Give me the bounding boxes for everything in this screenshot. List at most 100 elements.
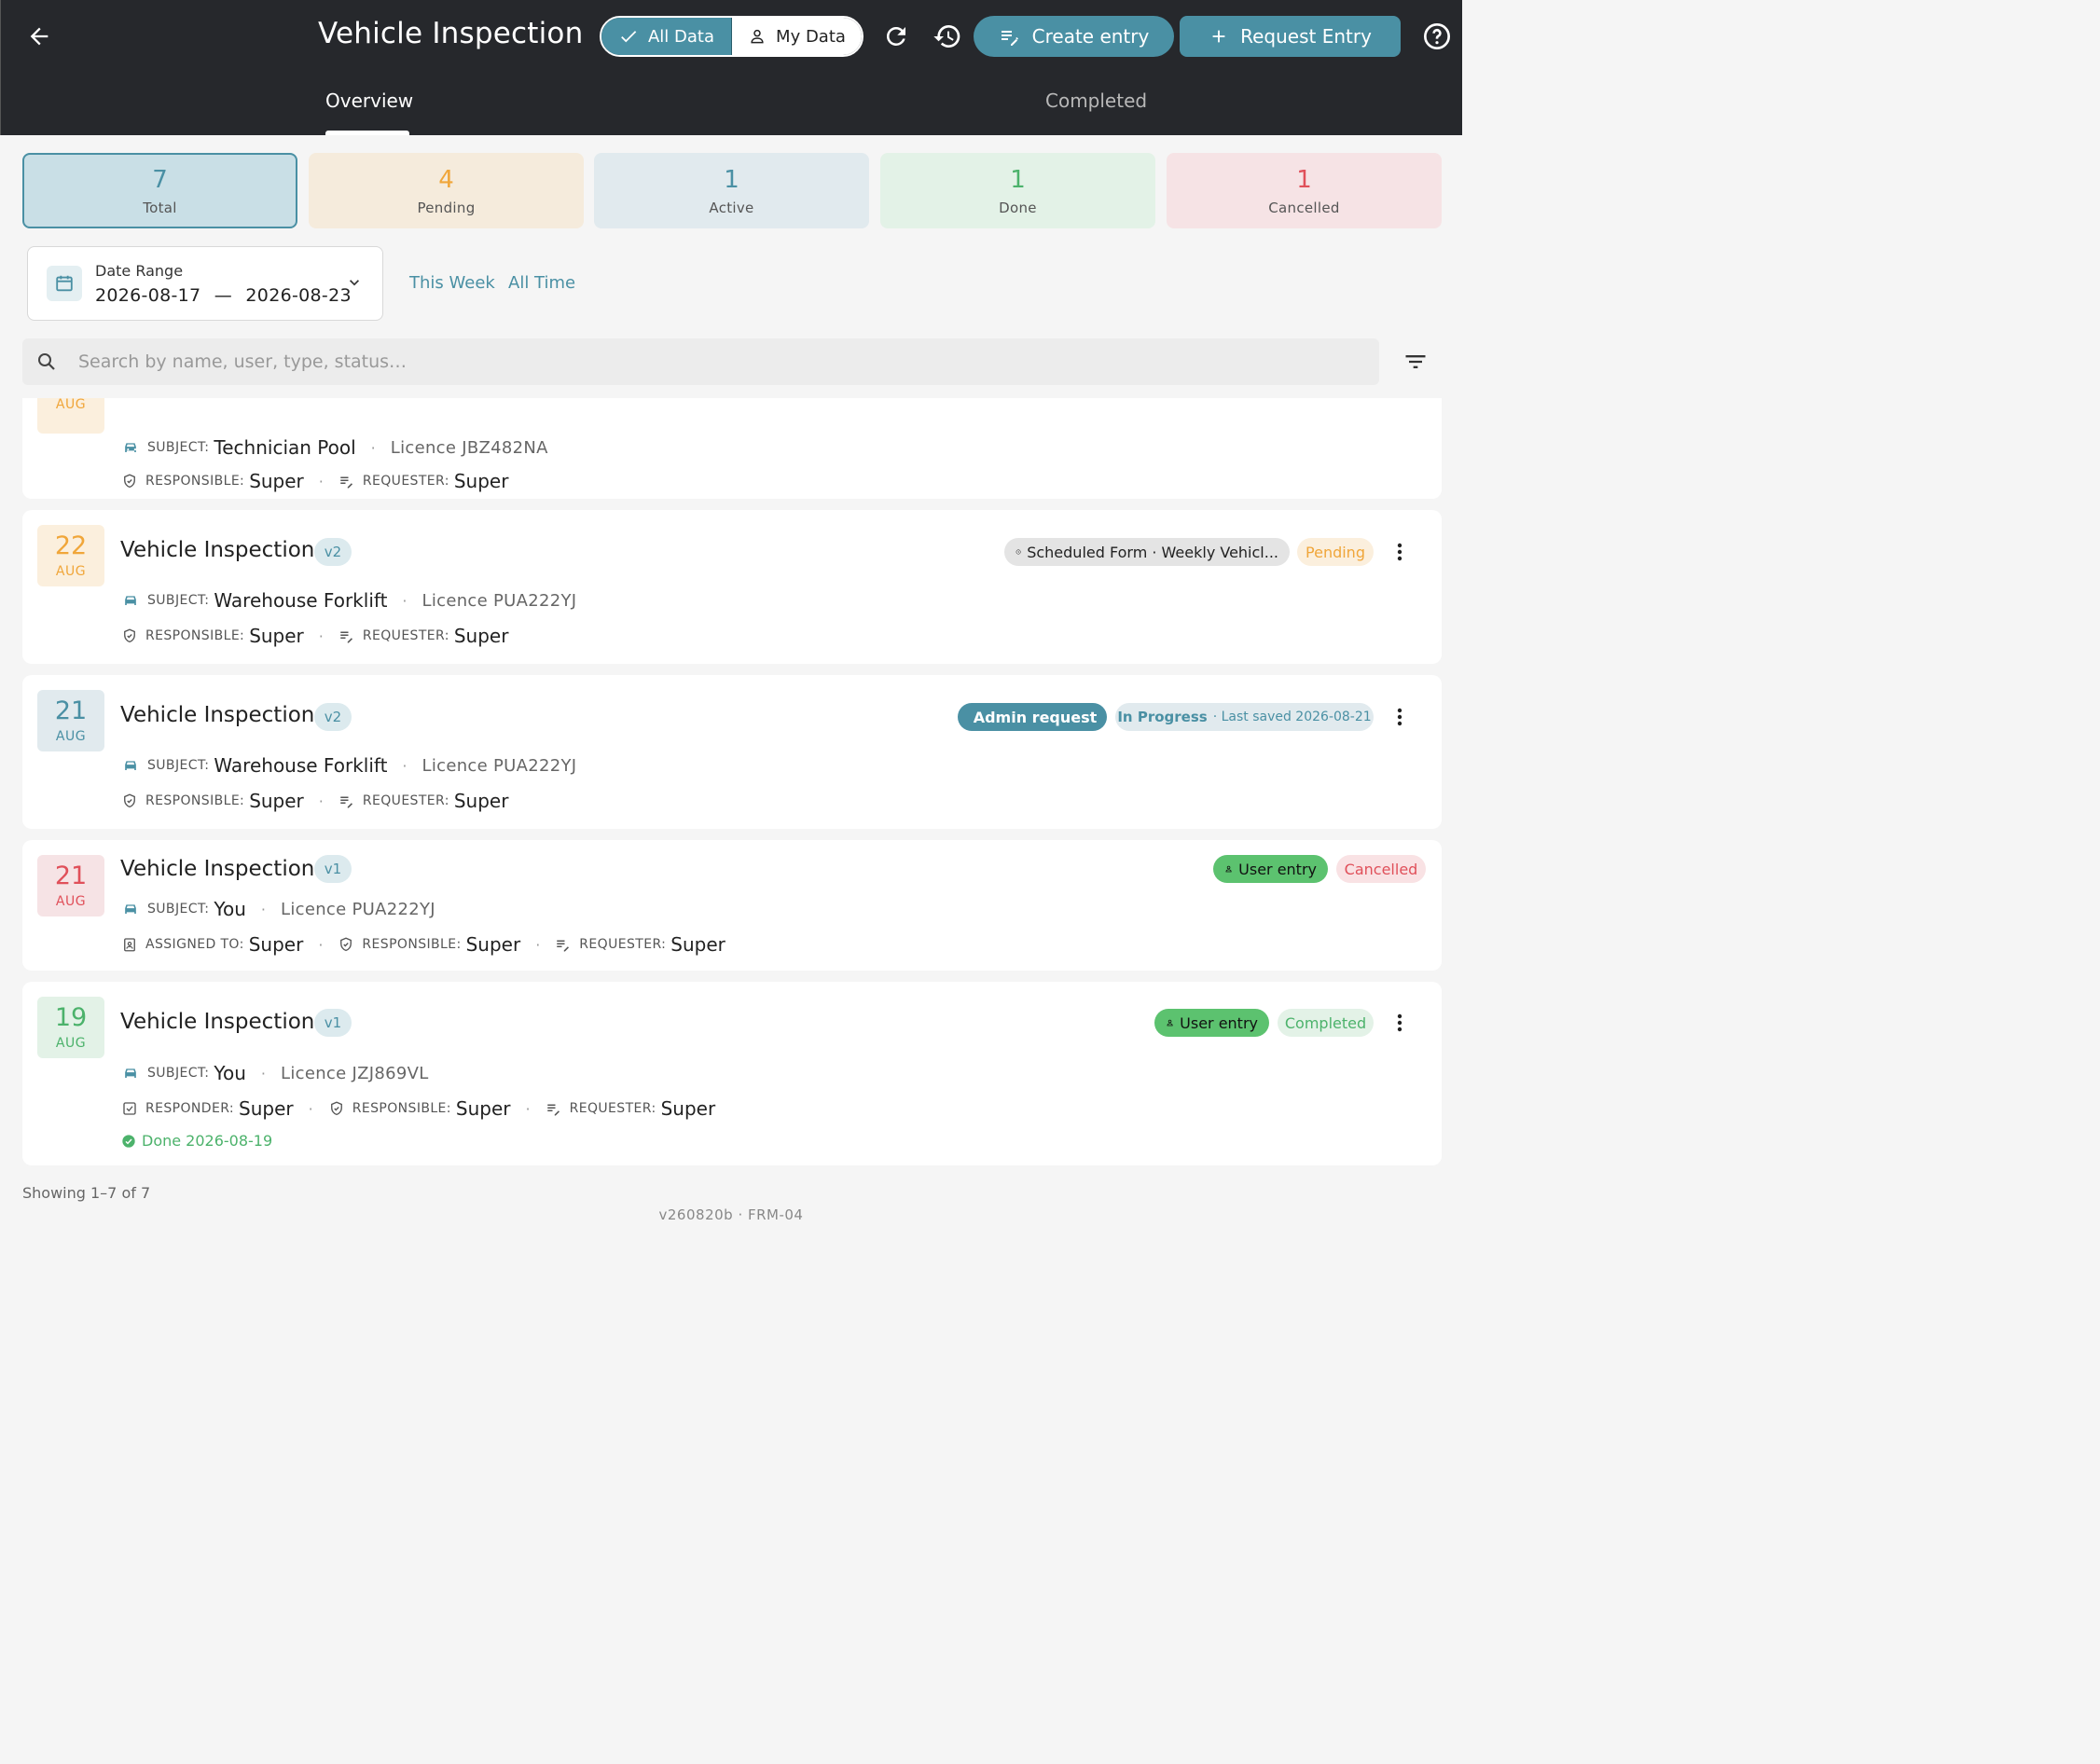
clock-icon (1015, 549, 1021, 555)
requester-key: REQUESTER: (362, 793, 449, 808)
edit-note-icon (1001, 31, 1018, 46)
licence-value: Licence PUA222YJ (421, 590, 577, 611)
source-chip: User entry (1213, 855, 1328, 883)
help-button[interactable] (1420, 19, 1454, 54)
tab-overview[interactable]: Overview (325, 90, 413, 112)
more-menu-button[interactable] (1388, 538, 1411, 566)
stat-done[interactable]: 1 Done (880, 153, 1155, 228)
subject-key: SUBJECT: (147, 758, 210, 773)
request-entry-label: Request Entry (1240, 25, 1372, 48)
subject-value: You (214, 1062, 246, 1084)
separator-dot: · (525, 1099, 531, 1118)
help-icon (1424, 23, 1450, 49)
date-range-picker[interactable]: Date Range 2026-08-17 — 2026-08-23 (27, 246, 383, 321)
subject-value: Warehouse Forklift (214, 589, 388, 612)
person-icon (1167, 1019, 1173, 1027)
date-badge-month: AUG (55, 564, 87, 579)
assigned-value: Super (248, 933, 304, 956)
date-range-label: Date Range (95, 262, 184, 280)
entry-title[interactable]: Vehicle Inspection (120, 538, 314, 562)
stat-cancelled-value: 1 (1296, 165, 1312, 194)
date-badge-day: 19 (54, 1003, 88, 1032)
subject-key: SUBJECT: (147, 440, 210, 455)
subject-row: SUBJECT: You · Licence PUA222YJ (121, 898, 435, 920)
filter-button[interactable] (1399, 345, 1432, 379)
requester-value: Super (453, 625, 509, 647)
responsible-value: Super (465, 933, 521, 956)
search-icon (35, 351, 58, 377)
date-range-value: 2026-08-17 — 2026-08-23 (95, 285, 352, 306)
stat-pending[interactable]: 4 Pending (309, 153, 584, 228)
history-button[interactable] (931, 19, 964, 54)
stat-cancelled[interactable]: 1 Cancelled (1167, 153, 1442, 228)
app-version: v260820b · FRM-04 (658, 1206, 804, 1223)
responsible-key: RESPONSIBLE: (145, 793, 245, 808)
all-time-link[interactable]: All Time (508, 273, 575, 293)
version-badge: v2 (314, 703, 352, 731)
licence-value: Licence PUA222YJ (421, 755, 577, 776)
this-week-link[interactable]: This Week (409, 273, 495, 293)
licence-value: Licence JZJ869VL (281, 1063, 429, 1083)
check-circle-icon (122, 1134, 135, 1148)
tab-completed[interactable]: Completed (1045, 90, 1147, 112)
people-row: ASSIGNED TO: Super · RESPONSIBLE: Super … (121, 933, 725, 956)
separator-dot: · (318, 627, 324, 645)
person-icon (751, 29, 764, 44)
status-label: In Progress (1117, 709, 1208, 725)
list-item[interactable]: 19 AUG Vehicle Inspection v1 User entry … (22, 982, 1442, 1165)
date-badge-day: 21 (54, 696, 88, 725)
calendar-icon (47, 266, 82, 301)
assigned-key: ASSIGNED TO: (145, 937, 244, 952)
licence-value: Licence JBZ482NA (390, 437, 548, 458)
pagination-summary: Showing 1–7 of 7 (22, 1184, 151, 1202)
all-data-button[interactable]: All Data (601, 18, 732, 55)
car-icon (121, 900, 140, 918)
status-badge: In Progress · Last saved 2026-08-21 (1115, 703, 1374, 731)
more-vert-icon (1397, 543, 1402, 561)
requester-key: REQUESTER: (362, 474, 449, 489)
version-badge: v1 (314, 1009, 352, 1037)
subject-value: You (214, 898, 246, 920)
responder-key: RESPONDER: (145, 1101, 235, 1116)
source-chip: Scheduled Form · Weekly Vehicl... (1004, 538, 1290, 566)
requester-key: REQUESTER: (362, 628, 449, 643)
car-icon (121, 756, 140, 775)
requester-key: REQUESTER: (569, 1101, 656, 1116)
search-input[interactable] (78, 338, 1365, 385)
subject-value: Warehouse Forklift (214, 754, 388, 777)
date-badge-month: AUG (55, 398, 87, 412)
more-vert-icon (1397, 708, 1402, 726)
responsible-value: Super (455, 1097, 511, 1120)
page-title: Vehicle Inspection (318, 17, 584, 50)
status-badge: Cancelled (1336, 855, 1426, 883)
requester-key: REQUESTER: (579, 937, 667, 952)
source-chip: Admin request (958, 703, 1107, 731)
request-entry-button[interactable]: Request Entry (1180, 16, 1401, 57)
list-item[interactable]: 22 AUG Vehicle Inspection v2 Scheduled F… (22, 510, 1442, 664)
subject-key: SUBJECT: (147, 902, 210, 916)
source-chip-label: Admin request (973, 708, 1098, 726)
requester-value: Super (453, 470, 509, 492)
requester-value: Super (660, 1097, 716, 1120)
date-badge: 21 AUG (37, 690, 104, 751)
more-menu-button[interactable] (1388, 1009, 1411, 1037)
entry-title[interactable]: Vehicle Inspection (120, 703, 314, 727)
more-menu-button[interactable] (1388, 703, 1411, 731)
subject-value: Technician Pool (214, 436, 356, 459)
stat-active[interactable]: 1 Active (594, 153, 869, 228)
list-item[interactable]: AUG SUBJECT: Technician Pool · Licence J… (22, 398, 1442, 499)
stat-done-label: Done (999, 199, 1037, 216)
back-button[interactable] (23, 19, 55, 54)
subject-row: SUBJECT: You · Licence JZJ869VL (121, 1062, 429, 1084)
entry-list: AUG SUBJECT: Technician Pool · Licence J… (0, 398, 1462, 1177)
entry-title[interactable]: Vehicle Inspection (120, 857, 314, 881)
list-item[interactable]: 21 AUG Vehicle Inspection v1 User entry … (22, 840, 1442, 971)
status-badge: Completed (1278, 1009, 1374, 1037)
create-entry-button[interactable]: Create entry (974, 16, 1174, 57)
list-item[interactable]: 21 AUG Vehicle Inspection v2 Admin reque… (22, 675, 1442, 829)
my-data-button[interactable]: My Data (732, 18, 862, 55)
car-icon (121, 438, 140, 457)
stat-total[interactable]: 7 Total (22, 153, 297, 228)
entry-title[interactable]: Vehicle Inspection (120, 1010, 314, 1034)
refresh-button[interactable] (879, 19, 913, 54)
